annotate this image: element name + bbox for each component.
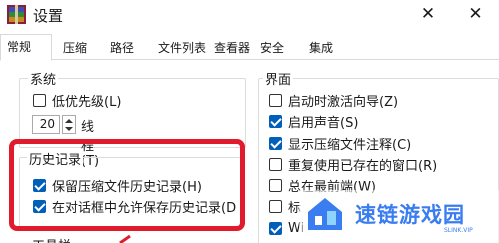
spin-up-icon[interactable] xyxy=(65,119,73,123)
startup-wizard-checkbox[interactable]: 启动时激活向导(Z) xyxy=(269,91,399,110)
checkbox-box[interactable] xyxy=(269,178,282,192)
enable-sound-label: 启用声音(S) xyxy=(288,115,359,131)
tab-compression[interactable]: 压缩 xyxy=(63,38,87,60)
checkbox-box[interactable] xyxy=(269,157,282,171)
spin-down-icon[interactable] xyxy=(65,127,73,131)
show-comment-label: 显示压缩文件注释(C) xyxy=(288,137,412,153)
reuse-window-checkbox[interactable]: 重复使用已存在的窗口(R) xyxy=(269,155,438,174)
tab-file-list[interactable]: 文件列表 xyxy=(158,38,206,60)
red-arrow-icon xyxy=(119,234,131,243)
reuse-window-label: 重复使用已存在的窗口(R) xyxy=(288,158,438,174)
highlight-frame xyxy=(9,139,245,231)
tab-integration[interactable]: 集成 xyxy=(309,38,333,60)
checkbox-box[interactable] xyxy=(269,93,282,107)
tab-strip: 常规 压缩 路径 文件列表 查看器 安全 集成 xyxy=(0,34,499,61)
window-title: 设置 xyxy=(33,7,64,25)
close-button[interactable]: ✕ xyxy=(452,0,499,30)
system-group-title: 系统 xyxy=(28,69,59,88)
checkbox-checked-icon[interactable] xyxy=(269,221,282,235)
tab-paths[interactable]: 路径 xyxy=(110,38,134,60)
checkbox-box[interactable] xyxy=(269,199,282,213)
checkbox-checked-icon[interactable] xyxy=(269,114,282,128)
interface-group-title: 界面 xyxy=(263,69,294,88)
startup-wizard-label: 启动时激活向导(Z) xyxy=(288,94,399,110)
low-priority-label: 低优先级(L) xyxy=(52,94,122,110)
close-icon[interactable]: ✕ xyxy=(408,0,448,30)
title-bar: 设置 ✕ ✕ xyxy=(0,0,499,30)
interface-option-6-checkbox[interactable]: 标 xyxy=(269,197,301,216)
tab-viewer[interactable]: 查看器 xyxy=(214,38,250,60)
low-priority-checkbox[interactable]: 低优先级(L) xyxy=(33,91,122,110)
tab-security[interactable]: 安全 xyxy=(260,38,284,60)
checkbox-box[interactable] xyxy=(33,93,46,107)
threads-spinner[interactable] xyxy=(62,115,76,134)
threads-input[interactable]: 20 xyxy=(32,115,60,134)
checkbox-checked-icon[interactable] xyxy=(269,136,282,150)
watermark-subtext: SLINK.VIP xyxy=(444,227,473,234)
tab-general[interactable]: 常规 xyxy=(0,34,52,61)
watermark-text: 速链游戏园 xyxy=(355,203,465,227)
winrar-app-icon xyxy=(7,5,26,24)
show-comment-checkbox[interactable]: 显示压缩文件注释(C) xyxy=(269,134,412,153)
toolbar-group-title: 工具栏 xyxy=(32,235,71,243)
enable-sound-checkbox[interactable]: 启用声音(S) xyxy=(269,112,359,131)
system-group xyxy=(19,78,246,148)
